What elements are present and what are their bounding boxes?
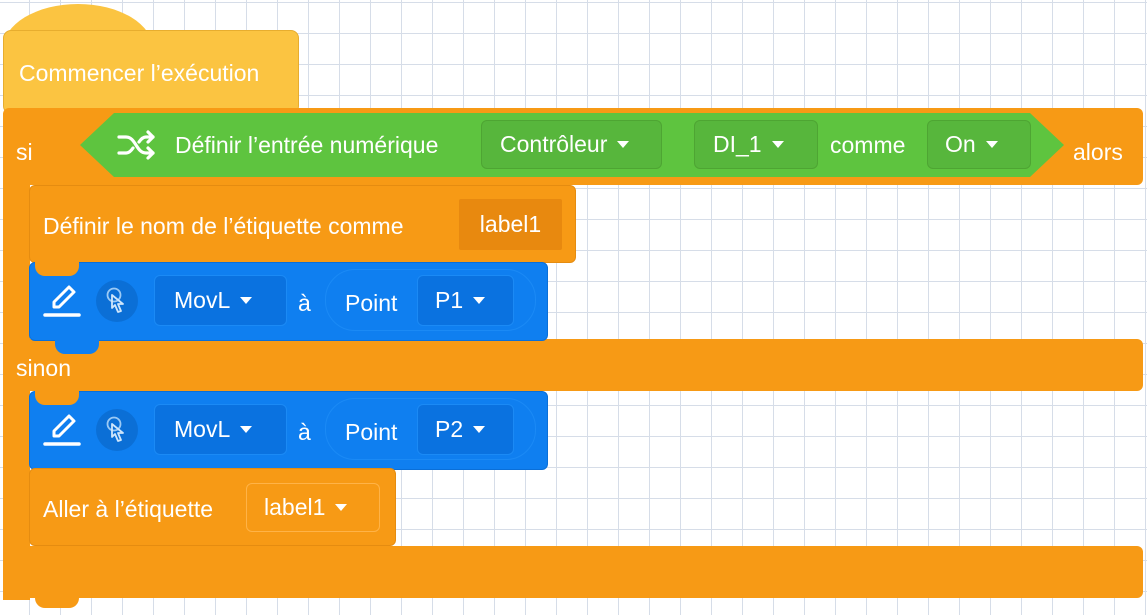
set-label-text: Définir le nom de l’étiquette comme (43, 213, 404, 239)
to-label: à (298, 290, 311, 316)
touch-pointer-icon[interactable] (96, 409, 138, 451)
else-block-header[interactable]: sinon (3, 339, 1143, 391)
edit-pencil-icon[interactable] (42, 281, 82, 321)
move-block-1[interactable]: MovL à Point P1 (29, 262, 548, 341)
chevron-down-icon (473, 426, 486, 433)
shuffle-icon (116, 130, 158, 160)
point-reporter[interactable]: Point P1 (325, 269, 536, 331)
chevron-down-icon (986, 141, 998, 148)
label-name-value: label1 (479, 211, 542, 237)
condition-label: Définir l’entrée numérique (175, 132, 439, 158)
chevron-down-icon (240, 426, 253, 433)
if-block-footer[interactable] (3, 546, 1143, 598)
label-name-field[interactable]: label1 (459, 199, 562, 250)
point-dropdown[interactable]: P2 (417, 404, 514, 455)
goto-label-block[interactable]: Aller à l’étiquette label1 (29, 468, 396, 546)
goto-label-text: Aller à l’étiquette (43, 496, 214, 522)
state-value: On (945, 131, 976, 157)
edit-pencil-icon[interactable] (42, 410, 82, 450)
chevron-down-icon (335, 504, 348, 511)
chevron-down-icon (617, 141, 629, 148)
chevron-down-icon (240, 297, 253, 304)
touch-pointer-icon[interactable] (96, 280, 138, 322)
point-value: P2 (435, 416, 464, 442)
chevron-down-icon (473, 297, 486, 304)
point-label: Point (345, 290, 398, 316)
point-label: Point (345, 419, 398, 445)
label-dropdown[interactable]: label1 (246, 483, 380, 532)
motion-mode-value: MovL (174, 416, 231, 442)
block-notch (55, 340, 99, 354)
then-label: alors (1073, 139, 1123, 165)
device-value: Contrôleur (500, 131, 608, 157)
block-notch (35, 262, 79, 276)
chevron-down-icon (772, 141, 784, 148)
start-hat-label: Commencer l’exécution (19, 60, 260, 86)
start-hat-block[interactable]: Commencer l’exécution (3, 30, 299, 114)
else-label: sinon (16, 355, 71, 381)
label-dropdown-value: label1 (264, 494, 326, 520)
move-block-2[interactable]: MovL à Point P2 (29, 391, 548, 470)
point-dropdown[interactable]: P1 (417, 275, 514, 326)
digital-input-condition[interactable]: Définir l’entrée numérique Contrôleur DI… (80, 113, 1064, 177)
if-label: si (16, 139, 33, 165)
motion-mode-dropdown[interactable]: MovL (154, 275, 287, 326)
if-block-bottom-tab (35, 592, 79, 608)
input-value: DI_1 (713, 131, 762, 157)
point-value: P1 (435, 287, 464, 313)
block-notch (35, 391, 79, 405)
input-dropdown[interactable]: DI_1 (694, 120, 818, 169)
to-label: à (298, 419, 311, 445)
motion-mode-value: MovL (174, 287, 231, 313)
device-dropdown[interactable]: Contrôleur (481, 120, 662, 169)
point-reporter[interactable]: Point P2 (325, 398, 536, 460)
as-label: comme (830, 132, 906, 158)
motion-mode-dropdown[interactable]: MovL (154, 404, 287, 455)
state-dropdown[interactable]: On (927, 120, 1031, 169)
